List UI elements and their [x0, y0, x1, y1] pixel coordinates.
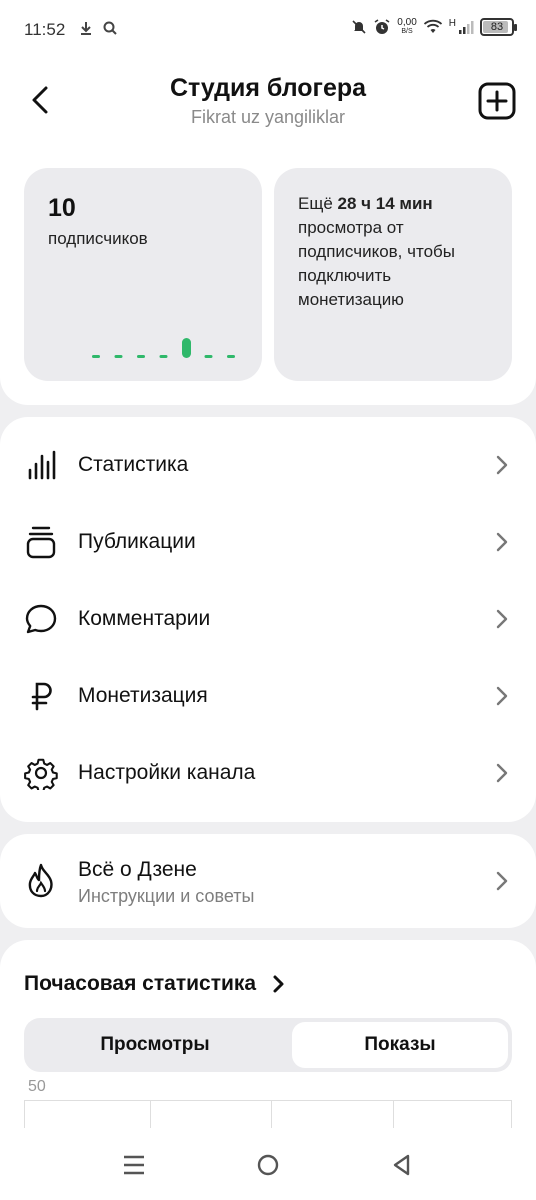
menu-item-label: Статистика [78, 452, 189, 476]
mini-chart-bar [137, 355, 145, 358]
hourly-stats-header[interactable]: Почасовая статистика [24, 972, 286, 996]
download-icon [81, 22, 91, 35]
monetization-remaining: 28 ч 14 мин [337, 194, 433, 213]
back-button[interactable] [24, 82, 56, 118]
home-button[interactable] [253, 1150, 283, 1180]
tab-impressions[interactable]: Показы [292, 1022, 508, 1068]
gear-icon [24, 756, 58, 790]
wifi-icon [423, 19, 442, 33]
add-publication-button[interactable] [478, 82, 516, 120]
zen-guide-subtitle: Инструкции и советы [78, 886, 255, 906]
system-navigation-bar [0, 1128, 536, 1200]
search-icon [103, 21, 117, 35]
battery-percent: 83 [490, 21, 504, 33]
zen-guide-card[interactable]: Всё о Дзене Инструкции и советы [0, 834, 536, 928]
menu-item-monetization[interactable]: Монетизация [0, 657, 536, 734]
menu-icon [124, 1155, 144, 1175]
subscribers-card[interactable]: 10 подписчиков [24, 168, 262, 381]
page-title: Студия блогера [169, 74, 367, 102]
menu-item-publications[interactable]: Публикации [0, 503, 536, 580]
status-system-icons: 0,00 B/S H 83 [351, 17, 517, 36]
bar-chart-icon [24, 448, 58, 482]
publications-icon [24, 525, 58, 559]
comment-icon [24, 602, 58, 636]
chevron-right-icon [496, 871, 508, 891]
net-speed-unit: B/S [401, 28, 413, 35]
mini-chart-bar [114, 355, 123, 358]
chevron-right-icon [496, 532, 508, 551]
menu-item-label: Настройки канала [78, 760, 256, 784]
menu-item-label: Публикации [78, 529, 196, 553]
chevron-right-icon [496, 455, 508, 474]
header-titles: Студия блогера Fikrat uz yangiliklar [100, 74, 436, 128]
status-notification-icons [78, 20, 118, 36]
ruble-icon [24, 679, 58, 713]
tab-views[interactable]: Просмотры [28, 1022, 282, 1068]
monetization-prefix: Ещё [298, 194, 338, 213]
hourly-stats-title: Почасовая статистика [24, 972, 257, 995]
menu-item-label: Монетизация [78, 683, 208, 707]
header-card: Студия блогера Fikrat uz yangiliklar 10 … [0, 60, 536, 405]
signal-icon [459, 21, 474, 34]
monetization-text: Ещё 28 ч 14 мин просмотра от подписчиков… [298, 192, 496, 312]
menu-item-comments[interactable]: Комментарии [0, 580, 536, 657]
menu-item-label: Комментарии [78, 606, 211, 630]
studio-menu: Статистика Публикации Комментарии Монети… [0, 417, 536, 822]
signal-type: H [448, 17, 456, 29]
metric-switcher: Просмотры Показы [24, 1018, 512, 1072]
monetization-progress-card[interactable]: Ещё 28 ч 14 мин просмотра от подписчиков… [274, 168, 512, 381]
plus-square-icon [478, 82, 516, 120]
mini-chart-bar [159, 355, 168, 358]
system-back-button[interactable] [386, 1150, 416, 1180]
alarm-icon [374, 19, 390, 34]
chevron-left-icon [32, 86, 48, 114]
status-bar: 11:52 0,00 B/S H 83 [0, 0, 536, 60]
menu-item-statistics[interactable]: Статистика [0, 426, 536, 503]
mini-chart-bar-active [182, 338, 191, 358]
mute-bell-icon [352, 20, 366, 34]
subscribers-count: 10 [48, 194, 76, 222]
recent-apps-button[interactable] [119, 1150, 149, 1180]
status-time: 11:52 [24, 20, 66, 39]
monetization-suffix: просмотра от подписчиков, чтобы подключи… [298, 218, 455, 309]
zen-guide-title: Всё о Дзене [78, 858, 197, 881]
menu-item-channel-settings[interactable]: Настройки канала [0, 734, 536, 811]
flame-icon [24, 863, 58, 898]
chevron-right-icon [496, 686, 508, 705]
chevron-right-icon [496, 609, 508, 628]
chevron-right-icon [273, 975, 284, 993]
battery-icon: 83 [480, 18, 517, 36]
y-axis-max-label: 50 [28, 1078, 46, 1095]
back-icon [393, 1154, 410, 1176]
mini-chart-bar [92, 355, 100, 358]
home-icon [257, 1154, 279, 1176]
net-speed: 0,00 B/S [397, 18, 416, 36]
mini-chart-bar [227, 355, 235, 358]
subscribers-label: подписчиков [48, 229, 148, 248]
subscribers-mini-chart [92, 338, 235, 358]
channel-name: Fikrat uz yangiliklar [190, 107, 346, 127]
chevron-right-icon [496, 763, 508, 782]
mini-chart-bar [204, 355, 213, 358]
net-speed-value: 0,00 [397, 17, 417, 28]
